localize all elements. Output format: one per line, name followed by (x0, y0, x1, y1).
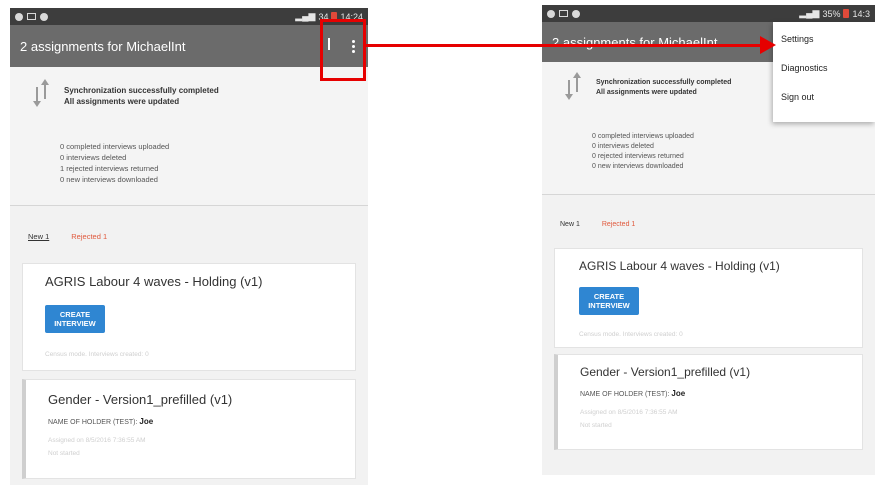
notification-icon (40, 12, 48, 21)
highlight-box (320, 19, 366, 81)
card-title: Gender - Version1_prefilled (v1) (48, 392, 233, 407)
assignment-tabs: New 1 Rejected 1 (10, 232, 368, 241)
holder-value: Joe (671, 389, 686, 398)
sync-message: Synchronization successfully completed (596, 79, 732, 86)
card-title: Gender - Version1_prefilled (v1) (580, 365, 751, 379)
sync-submessage: All assignments were updated (596, 89, 697, 96)
arrow-head-icon (760, 36, 776, 54)
left-screen: ▂▄▆ 34 14:24 2 assignments for MichaelIn… (10, 8, 368, 485)
gallery-icon (559, 10, 568, 17)
status-bar: ▂▄▆ 35% 14:3 (542, 5, 875, 22)
card-title: AGRIS Labour 4 waves - Holding (v1) (579, 259, 780, 273)
menu-item-diagnostics[interactable]: Diagnostics (773, 63, 875, 92)
tab-new[interactable]: New 1 (28, 232, 49, 241)
notification-icon (572, 9, 580, 18)
holder-label: NAME OF HOLDER (TEST): (580, 391, 670, 398)
menu-item-sign-out[interactable]: Sign out (773, 92, 875, 121)
overflow-menu: Settings Diagnostics Sign out (773, 22, 875, 122)
tab-new[interactable]: New 1 (560, 221, 580, 228)
create-interview-button[interactable]: CREATE INTERVIEW (45, 305, 105, 333)
signal-icon: ▂▄▆ (799, 8, 820, 18)
assignment-card[interactable]: Gender - Version1_prefilled (v1) NAME OF… (554, 354, 863, 450)
status-icon (547, 9, 555, 18)
stat-line: 0 completed interviews uploaded (60, 142, 170, 151)
signal-icon: ▂▄▆ (295, 11, 316, 21)
stat-line: 1 rejected interviews returned (60, 164, 159, 173)
stat-line: 0 interviews deleted (592, 143, 654, 150)
sync-status-icon (564, 72, 586, 100)
stat-line: 0 interviews deleted (60, 153, 127, 162)
sync-message: Synchronization successfully completed (64, 86, 219, 95)
interview-status: Not started (580, 422, 612, 429)
tab-rejected[interactable]: Rejected 1 (71, 232, 107, 241)
clock: 14:3 (852, 8, 870, 19)
assignment-card[interactable]: Gender - Version1_prefilled (v1) NAME OF… (22, 379, 356, 479)
holder-value: Joe (139, 417, 154, 426)
assignment-card[interactable]: AGRIS Labour 4 waves - Holding (v1) CREA… (22, 263, 356, 371)
menu-item-settings[interactable]: Settings (773, 34, 875, 63)
toolbar-title: 2 assignments for MichaelInt (20, 38, 186, 54)
toolbar: 2 assignments for MichaelInt (10, 25, 368, 67)
stat-line: 0 new interviews downloaded (592, 163, 684, 170)
status-bar: ▂▄▆ 34 14:24 (10, 8, 368, 25)
stat-line: 0 rejected interviews returned (592, 153, 684, 160)
card-title: AGRIS Labour 4 waves - Holding (v1) (45, 274, 263, 289)
gallery-icon (27, 13, 36, 20)
card-footer: Census mode. Interviews created: 0 (579, 331, 683, 338)
create-interview-button[interactable]: CREATE INTERVIEW (579, 287, 639, 315)
tab-rejected[interactable]: Rejected 1 (602, 221, 635, 228)
sync-panel: Synchronization successfully completed A… (10, 67, 368, 206)
sync-stats: 0 completed interviews uploaded 0 interv… (10, 107, 368, 205)
sync-status-icon (32, 79, 54, 107)
status-icon (15, 12, 23, 21)
stat-line: 0 completed interviews uploaded (592, 133, 694, 140)
holder-label: NAME OF HOLDER (TEST): (48, 419, 138, 426)
assigned-date: Assigned on 8/5/2016 7:36:55 AM (580, 409, 678, 416)
assignment-tabs: New 1 Rejected 1 (542, 221, 875, 228)
battery-percent: 35% (822, 8, 841, 19)
assigned-date: Assigned on 8/5/2016 7:36:55 AM (48, 437, 146, 444)
interview-status: Not started (48, 450, 80, 457)
annotation-arrow (366, 44, 761, 47)
right-screen: ▂▄▆ 35% 14:3 2 assignments for MichaelIn… (542, 5, 875, 475)
assignment-card[interactable]: AGRIS Labour 4 waves - Holding (v1) CREA… (554, 248, 863, 348)
battery-icon (843, 9, 850, 18)
card-footer: Census mode. Interviews created: 0 (45, 351, 149, 358)
stat-line: 0 new interviews downloaded (60, 175, 158, 184)
sync-submessage: All assignments were updated (64, 97, 180, 106)
